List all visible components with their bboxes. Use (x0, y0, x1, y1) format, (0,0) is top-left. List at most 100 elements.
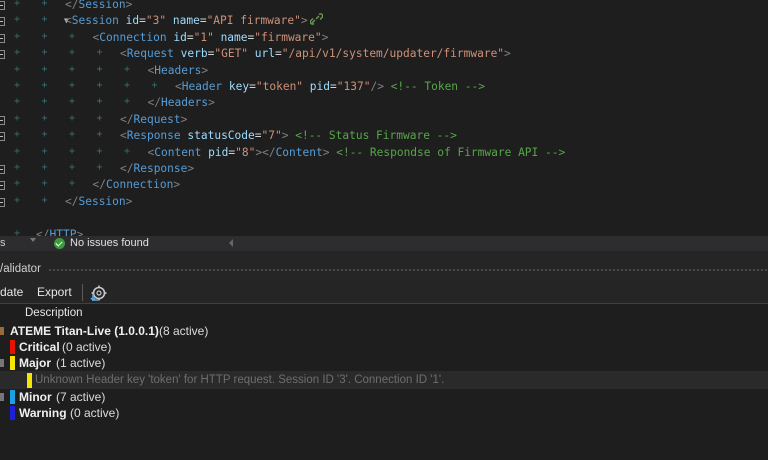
warning-severity-marker (10, 406, 15, 420)
token-val: "firmware" (254, 30, 322, 44)
fold-toggle-icon[interactable] (0, 33, 5, 43)
indent-guide: + (96, 112, 103, 124)
category-count: (7 active) (56, 390, 106, 404)
token-val: "8" (235, 145, 256, 159)
indent-guide: + (124, 145, 131, 157)
major-severity-marker (10, 356, 15, 370)
tree-root-row[interactable]: ATEME Titan-Live (1.0.0.1) (8 active) (0, 323, 768, 339)
description-column-header[interactable]: Description (25, 304, 83, 323)
token-eq (248, 47, 255, 60)
category-row-warning[interactable]: Warning (0 active) (0, 405, 768, 421)
category-row-major[interactable]: Major (1 active) (0, 355, 768, 371)
fold-toggle-icon[interactable] (0, 181, 5, 191)
code-line[interactable]: <Request verb="GET" url="/api/v1/system/… (120, 46, 511, 62)
token-val: "7" (261, 129, 282, 143)
expander-icon[interactable] (0, 359, 4, 367)
scroll-left-icon[interactable] (229, 239, 233, 247)
token-tag: Header (181, 80, 223, 93)
fold-toggle-icon[interactable] (0, 1, 5, 10)
zoom-dropdown-icon[interactable] (30, 238, 36, 242)
expander-icon[interactable] (0, 393, 4, 401)
token-br: </ (92, 178, 106, 192)
token-br: < (65, 14, 72, 28)
token-br: ></ (255, 145, 276, 159)
fold-toggle-icon[interactable] (0, 17, 5, 27)
code-line[interactable]: <Content pid="8"></Content> <!-- Respond… (148, 145, 566, 161)
indent-guide: + (96, 129, 103, 141)
indent-guide: + (41, 194, 48, 206)
panel-splitter[interactable] (0, 251, 768, 259)
token-com: <!-- Token --> (390, 80, 485, 93)
indent-guide: + (14, 14, 21, 26)
xml-editor[interactable]: + + </Session> + + ▼ <Session id="3" name="API… (0, 0, 768, 236)
indent-guide: + (14, 145, 21, 157)
token-attr: pid (208, 145, 229, 159)
indent-guide: + (96, 96, 103, 108)
indent-guide: + (41, 47, 48, 59)
token-eq: = (249, 80, 256, 93)
fold-toggle-icon[interactable] (0, 115, 5, 125)
code-line[interactable]: <Headers> (148, 63, 209, 79)
code-line[interactable]: <Header key="token" pid="137"/> <!-- Tok… (175, 79, 485, 95)
list-header: Description (0, 303, 768, 325)
fold-toggle-icon[interactable] (0, 165, 5, 174)
panel-grip[interactable] (48, 268, 768, 272)
fold-toggle-icon[interactable] (0, 132, 5, 142)
token-tag: Request (133, 112, 181, 126)
code-line[interactable]: <Session id="3" name="API firmware"> (65, 13, 323, 29)
export-button[interactable]: Export (37, 281, 72, 303)
category-count: (0 active) (70, 406, 120, 420)
code-line[interactable]: <Response statusCode="7"> <!-- Status Fi… (120, 128, 457, 144)
fold-toggle-icon[interactable] (0, 197, 5, 207)
indent-guide: + (14, 178, 21, 190)
code-line[interactable]: </Session> (65, 194, 132, 210)
fold-toggle-icon[interactable] (0, 50, 5, 60)
indent-guide: + (69, 80, 76, 91)
check-circle-icon (54, 238, 65, 249)
token-br: </ (120, 112, 134, 126)
token-val: "GET" (214, 47, 249, 61)
token-eq: = (186, 30, 194, 44)
token-tag: Session (71, 14, 119, 28)
indent-guide: + (124, 63, 131, 75)
token-eq: = (330, 80, 337, 93)
code-line[interactable]: </Headers> (148, 95, 215, 111)
token-br: </ (65, 0, 79, 11)
code-line[interactable]: <Connection id="1" name="firmware"> (93, 30, 329, 46)
code-line[interactable]: </Response> (120, 161, 194, 177)
indent-guide: + (69, 112, 76, 124)
validate-gear-icon[interactable] (90, 284, 107, 301)
category-row-minor[interactable]: Minor (7 active) (0, 389, 768, 405)
token-eq (166, 14, 173, 27)
token-eq (119, 14, 126, 27)
update-button[interactable]: date (0, 281, 23, 303)
zoom-level[interactable]: s (0, 236, 6, 251)
code-line[interactable]: </Request> (120, 112, 187, 128)
indent-guide: + (14, 0, 21, 9)
category-row-critical[interactable]: Critical (0 active) (0, 339, 768, 355)
indent-guide: + (41, 0, 48, 9)
token-val: "API firmware" (206, 14, 301, 28)
token-val: "1" (193, 30, 214, 44)
code-line[interactable]: </Connection> (93, 177, 181, 193)
token-br: < (120, 129, 127, 143)
token-br: > (321, 30, 329, 44)
token-com: <!-- Status Firmware --> (295, 129, 457, 143)
indent-guide: + (14, 129, 21, 141)
indent-guide: + (69, 63, 76, 75)
indent-guide: + (124, 80, 131, 91)
panel-title: /alidator (0, 263, 41, 275)
code-line[interactable]: </Session> (65, 0, 132, 13)
expander-icon[interactable] (0, 327, 4, 335)
issue-row[interactable]: Unknown Header key 'token' for HTTP requ… (0, 371, 768, 389)
token-br: /> (370, 80, 384, 93)
indent-guide: + (41, 112, 48, 124)
token-com: <!-- Respondse of Firmware API --> (336, 145, 566, 159)
token-eq: = (275, 47, 282, 61)
token-br: > (300, 14, 308, 28)
token-tag: Session (78, 0, 126, 11)
critical-severity-marker (10, 340, 15, 354)
indent-guide: + (69, 47, 76, 59)
link-icon[interactable] (308, 13, 323, 27)
indent-guide: + (69, 145, 76, 157)
